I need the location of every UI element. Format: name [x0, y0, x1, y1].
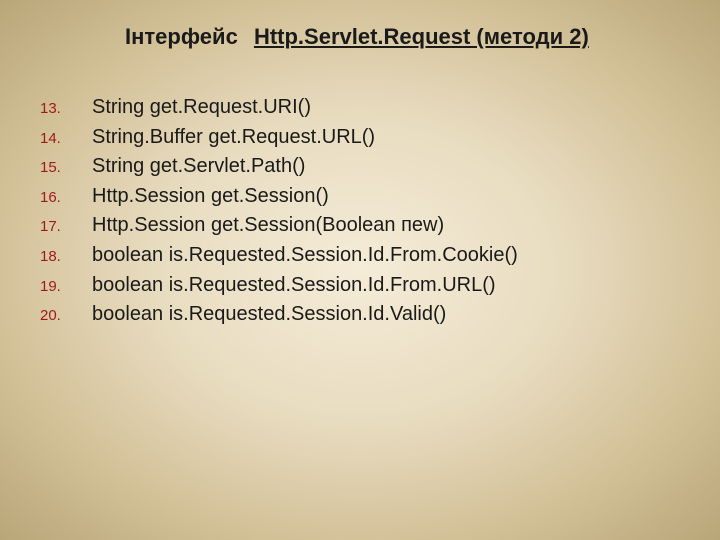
method-list: 13. String get.Request.URI() 14. String.…: [30, 94, 690, 329]
item-number: 19.: [34, 277, 86, 298]
item-text: Http.Session get.Session(Boolean пеw): [86, 212, 444, 240]
item-number: 20.: [34, 306, 86, 327]
item-text: boolean is.Requested.Session.Id.Valid(): [86, 301, 446, 329]
list-item: 18. boolean is.Requested.Session.Id.From…: [34, 242, 690, 270]
list-item: 19. boolean is.Requested.Session.Id.From…: [34, 272, 690, 300]
item-text: String get.Request.URI(): [86, 94, 311, 122]
item-text: boolean is.Requested.Session.Id.From.URL…: [86, 272, 496, 300]
list-item: 15. String get.Servlet.Path(): [34, 153, 690, 181]
item-text: String get.Servlet.Path(): [86, 153, 305, 181]
title-main: Http.Servlet.Request (методи 2): [254, 24, 589, 49]
item-number: 15.: [34, 158, 86, 179]
slide-title: Інтерфейс Http.Servlet.Request (методи 2…: [30, 24, 690, 50]
item-text: String.Buffer get.Request.URL(): [86, 124, 375, 152]
item-number: 13.: [34, 99, 86, 120]
list-item: 20. boolean is.Requested.Session.Id.Vali…: [34, 301, 690, 329]
item-number: 16.: [34, 188, 86, 209]
item-number: 14.: [34, 129, 86, 150]
list-item: 13. String get.Request.URI(): [34, 94, 690, 122]
slide-container: Інтерфейс Http.Servlet.Request (методи 2…: [0, 0, 720, 540]
item-text: Http.Session get.Session(): [86, 183, 329, 211]
title-prefix: Інтерфейс: [125, 24, 238, 49]
list-item: 16. Http.Session get.Session(): [34, 183, 690, 211]
item-text: boolean is.Requested.Session.Id.From.Coo…: [86, 242, 518, 270]
item-number: 18.: [34, 247, 86, 268]
list-item: 14. String.Buffer get.Request.URL(): [34, 124, 690, 152]
list-item: 17. Http.Session get.Session(Boolean пеw…: [34, 212, 690, 240]
item-number: 17.: [34, 217, 86, 238]
